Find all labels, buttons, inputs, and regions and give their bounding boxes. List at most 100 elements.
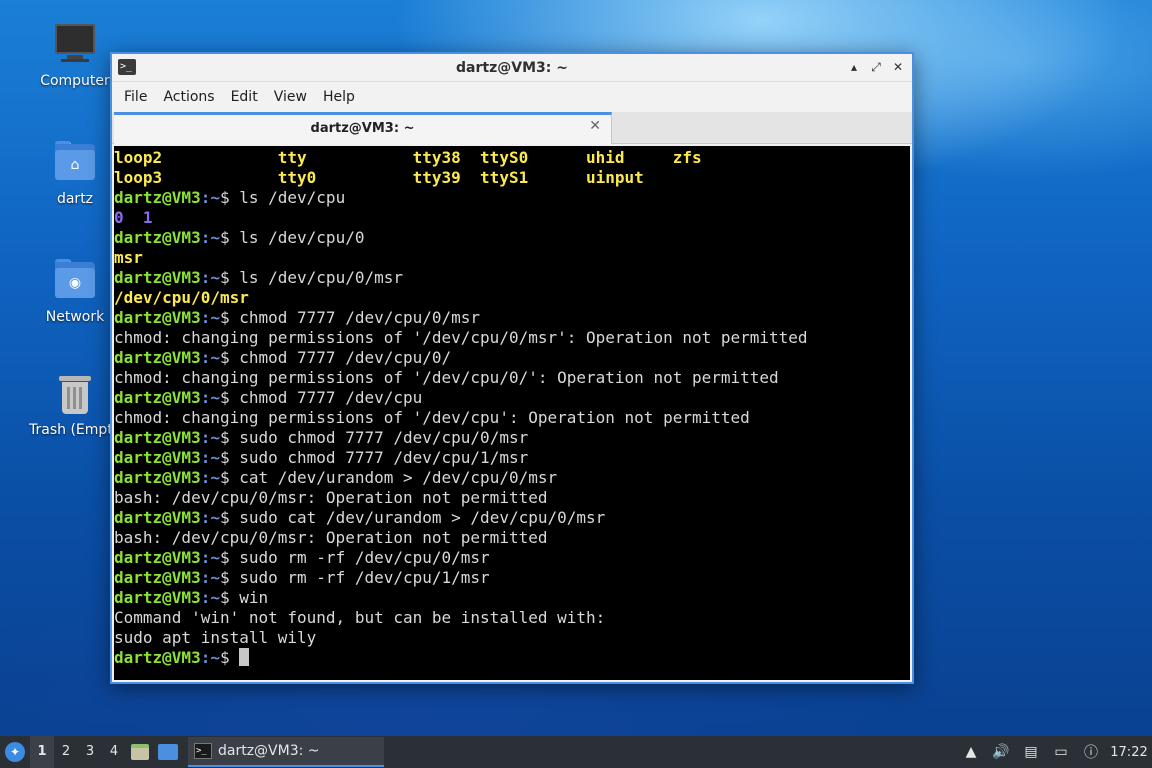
prompt-symbol: $ bbox=[219, 388, 240, 407]
separator bbox=[124, 208, 143, 227]
prompt-symbol: $ bbox=[219, 268, 240, 287]
close-button[interactable]: ✕ bbox=[890, 58, 906, 76]
terminal-line: Command 'win' not found, but can be inst… bbox=[114, 608, 910, 628]
command-text: win bbox=[239, 588, 269, 607]
volume-icon[interactable]: 🔊 bbox=[986, 736, 1016, 768]
device-file-entry: /dev/cpu/0/msr bbox=[114, 288, 249, 307]
terminal-line: /dev/cpu/0/msr bbox=[114, 288, 910, 308]
tab-bar: dartz@VM3: ~ ✕ bbox=[112, 112, 912, 144]
prompt-user: dartz@VM3 bbox=[114, 308, 201, 327]
network-folder-icon: ◉ bbox=[53, 258, 97, 302]
prompt-user: dartz@VM3 bbox=[114, 388, 201, 407]
menu-help[interactable]: Help bbox=[315, 82, 363, 112]
prompt-path: :~ bbox=[200, 448, 220, 467]
directory-entry: 0 bbox=[114, 208, 124, 227]
start-menu-button[interactable]: ✦ bbox=[0, 736, 30, 768]
update-notifier-icon[interactable]: ⓘ bbox=[1076, 736, 1106, 768]
prompt-path: :~ bbox=[200, 228, 220, 247]
maximize-button[interactable]: ⤢ bbox=[868, 58, 884, 76]
terminal-line: bash: /dev/cpu/0/msr: Operation not perm… bbox=[114, 528, 910, 548]
terminal-line: loop3 tty0 tty39 ttyS1 uinput bbox=[114, 168, 910, 188]
prompt-path: :~ bbox=[200, 428, 220, 447]
command-text: ls /dev/cpu bbox=[239, 188, 346, 207]
prompt-symbol: $ bbox=[219, 548, 240, 567]
prompt-symbol: $ bbox=[219, 468, 240, 487]
terminal-line: dartz@VM3:~$ ls /dev/cpu/0/msr bbox=[114, 268, 910, 288]
prompt-user: dartz@VM3 bbox=[114, 548, 201, 567]
terminal-cursor bbox=[239, 648, 250, 666]
prompt-path: :~ bbox=[200, 548, 220, 567]
menu-actions[interactable]: Actions bbox=[155, 82, 222, 112]
terminal-line: msr bbox=[114, 248, 910, 268]
directory-entry: 1 bbox=[142, 208, 153, 227]
tray-up-arrow-icon[interactable]: ▲ bbox=[956, 736, 986, 768]
prompt-path: :~ bbox=[200, 388, 220, 407]
terminal-line: dartz@VM3:~$ sudo rm -rf /dev/cpu/0/msr bbox=[114, 548, 910, 568]
taskbar-task-terminal[interactable]: >_ dartz@VM3: ~ bbox=[188, 737, 384, 767]
window-titlebar[interactable]: >_ dartz@VM3: ~ ▴ ⤢ ✕ bbox=[112, 54, 912, 82]
prompt-user: dartz@VM3 bbox=[114, 508, 201, 527]
terminal-window: >_ dartz@VM3: ~ ▴ ⤢ ✕ File Actions Edit … bbox=[110, 52, 914, 684]
output-text: chmod: changing permissions of '/dev/cpu… bbox=[114, 328, 808, 347]
terminal-tab[interactable]: dartz@VM3: ~ ✕ bbox=[114, 112, 612, 144]
prompt-user: dartz@VM3 bbox=[114, 448, 201, 467]
command-text: ls /dev/cpu/0/msr bbox=[239, 268, 403, 287]
output-text: chmod: changing permissions of '/dev/cpu… bbox=[114, 368, 779, 387]
output-text: sudo apt install wily bbox=[114, 628, 317, 647]
command-text: chmod 7777 /dev/cpu/0/msr bbox=[239, 308, 481, 327]
menu-edit[interactable]: Edit bbox=[223, 82, 266, 112]
terminal-line: dartz@VM3:~$ win bbox=[114, 588, 910, 608]
command-text: ls /dev/cpu/0 bbox=[239, 228, 365, 247]
desktop-icon-label: dartz bbox=[56, 191, 94, 207]
terminal-line: dartz@VM3:~$ sudo chmod 7777 /dev/cpu/0/… bbox=[114, 428, 910, 448]
device-listing-row: loop2 tty tty38 ttyS0 uhid zfs bbox=[114, 148, 702, 167]
network-icon[interactable]: ▭ bbox=[1046, 736, 1076, 768]
command-text: sudo chmod 7777 /dev/cpu/1/msr bbox=[239, 448, 529, 467]
command-text: sudo chmod 7777 /dev/cpu/0/msr bbox=[239, 428, 529, 447]
terminal-line: dartz@VM3:~$ chmod 7777 /dev/cpu bbox=[114, 388, 910, 408]
prompt-user: dartz@VM3 bbox=[114, 648, 201, 667]
prompt-path: :~ bbox=[200, 468, 220, 487]
prompt-user: dartz@VM3 bbox=[114, 428, 201, 447]
prompt-path: :~ bbox=[200, 568, 220, 587]
workspace-2[interactable]: 2 bbox=[54, 736, 78, 768]
clock[interactable]: 17:22 bbox=[1106, 745, 1152, 760]
workspace-3[interactable]: 3 bbox=[78, 736, 102, 768]
prompt-symbol: $ bbox=[219, 188, 240, 207]
clipboard-icon[interactable]: ▤ bbox=[1016, 736, 1046, 768]
minimize-button[interactable]: ▴ bbox=[846, 58, 862, 76]
prompt-symbol: $ bbox=[219, 228, 240, 247]
desktop-icon bbox=[158, 744, 178, 760]
prompt-symbol: $ bbox=[219, 568, 240, 587]
terminal-line: dartz@VM3:~$ ls /dev/cpu bbox=[114, 188, 910, 208]
terminal-line: dartz@VM3:~$ ls /dev/cpu/0 bbox=[114, 228, 910, 248]
menu-view[interactable]: View bbox=[266, 82, 315, 112]
terminal-line: dartz@VM3:~$ bbox=[114, 648, 910, 668]
prompt-symbol: $ bbox=[219, 588, 240, 607]
output-text: Command 'win' not found, but can be inst… bbox=[114, 608, 606, 627]
menu-file[interactable]: File bbox=[116, 82, 155, 112]
command-text: sudo rm -rf /dev/cpu/1/msr bbox=[239, 568, 490, 587]
prompt-path: :~ bbox=[200, 268, 220, 287]
prompt-user: dartz@VM3 bbox=[114, 568, 201, 587]
workspace-1[interactable]: 1 bbox=[30, 736, 54, 768]
terminal-line: chmod: changing permissions of '/dev/cpu… bbox=[114, 408, 910, 428]
window-title: dartz@VM3: ~ bbox=[456, 60, 568, 76]
terminal-line: chmod: changing permissions of '/dev/cpu… bbox=[114, 328, 910, 348]
terminal-line: dartz@VM3:~$ cat /dev/urandom > /dev/cpu… bbox=[114, 468, 910, 488]
command-text: chmod 7777 /dev/cpu/0/ bbox=[239, 348, 452, 367]
task-label: dartz@VM3: ~ bbox=[218, 743, 320, 759]
prompt-user: dartz@VM3 bbox=[114, 188, 201, 207]
prompt-user: dartz@VM3 bbox=[114, 348, 201, 367]
file-manager-launcher[interactable] bbox=[126, 736, 154, 768]
prompt-symbol: $ bbox=[219, 308, 240, 327]
terminal-line: sudo apt install wily bbox=[114, 628, 910, 648]
terminal-line: chmod: changing permissions of '/dev/cpu… bbox=[114, 368, 910, 388]
prompt-symbol: $ bbox=[219, 428, 240, 447]
tab-close-icon[interactable]: ✕ bbox=[589, 118, 601, 134]
workspace-4[interactable]: 4 bbox=[102, 736, 126, 768]
show-desktop-button[interactable] bbox=[154, 736, 182, 768]
command-text: sudo cat /dev/urandom > /dev/cpu/0/msr bbox=[239, 508, 606, 527]
taskbar: ✦ 1 2 3 4 >_ dartz@VM3: ~ ▲ 🔊 ▤ ▭ ⓘ 17:2… bbox=[0, 736, 1152, 768]
terminal-output[interactable]: loop2 tty tty38 ttyS0 uhid zfs loop3 tty0… bbox=[114, 146, 910, 680]
